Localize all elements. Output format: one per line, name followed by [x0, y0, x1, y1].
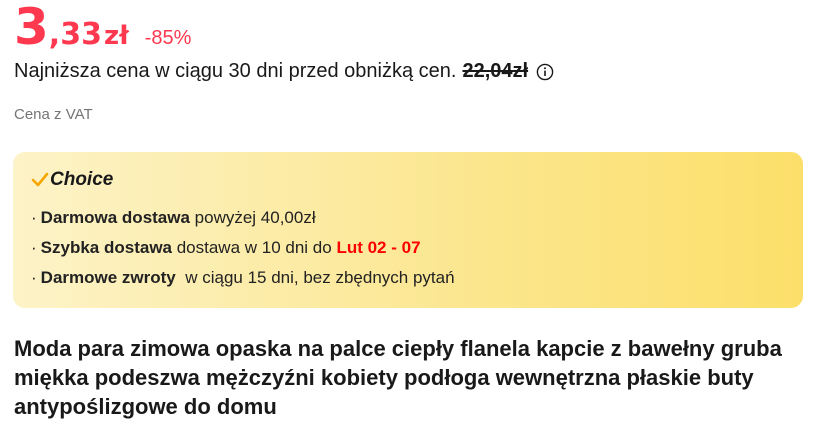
- checkmark-icon: [31, 172, 49, 187]
- vat-label: Cena z VAT: [14, 106, 93, 123]
- product-title: Moda para zimowa opaska na palce ciepły …: [14, 336, 782, 419]
- choice-title: Choice: [31, 169, 113, 191]
- discount-badge: -85%: [144, 27, 192, 49]
- benefit-free-shipping: · Darmowa dostawa powyżej 40,00zł: [31, 208, 316, 227]
- price-integer: 3: [14, 0, 49, 56]
- benefit-bold: Darmowe zwroty: [40, 268, 176, 287]
- info-icon[interactable]: [536, 63, 554, 81]
- product-info-panel: 3 ,33 zł -85% Najniższa cena w ciągu 30 …: [0, 0, 823, 429]
- price-fraction: ,33: [48, 17, 102, 52]
- delivery-date: Lut 02 - 07: [336, 238, 421, 257]
- benefit-text: w ciągu 15 dni, bez zbędnych pytań: [175, 268, 455, 287]
- price-currency: zł: [103, 21, 129, 51]
- old-price: 22,04zł: [462, 60, 529, 82]
- lowest-price-label: Najniższa cena w ciągu 30 dni przed obni…: [14, 60, 457, 82]
- benefit-bold: Szybka dostawa: [40, 238, 172, 257]
- price-row: 3 ,33 zł -85%: [14, 0, 191, 54]
- benefit-free-returns: · Darmowe zwroty w ciągu 15 dni, bez zbęd…: [31, 268, 455, 287]
- choice-benefits-box: Choice · Darmowa dostawa powyżej 40,00zł …: [13, 152, 803, 308]
- choice-title-text: Choice: [50, 169, 114, 190]
- benefit-fast-delivery: · Szybka dostawa dostawa w 10 dni do Lut …: [31, 238, 421, 257]
- benefit-text: dostawa w 10 dni do: [172, 238, 337, 257]
- lowest-price-row: Najniższa cena w ciągu 30 dni przed obni…: [14, 60, 554, 83]
- benefit-text: powyżej 40,00zł: [189, 208, 316, 227]
- benefit-bold: Darmowa dostawa: [40, 208, 190, 227]
